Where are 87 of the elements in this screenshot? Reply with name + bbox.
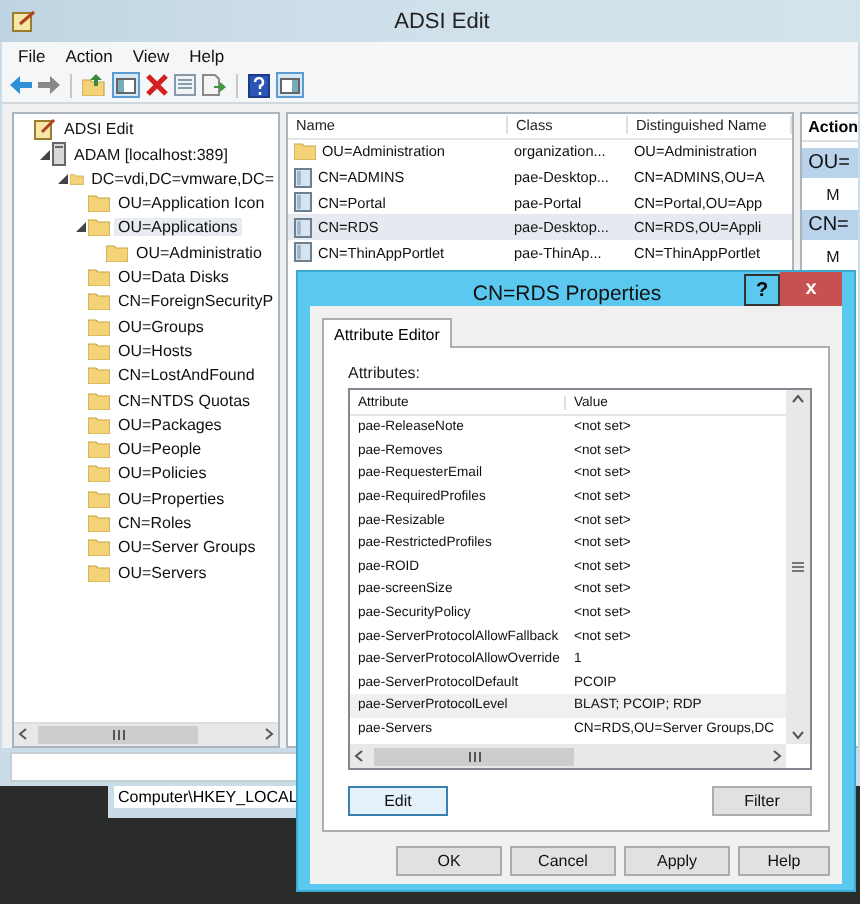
notepad-icon: [34, 118, 56, 141]
menu-item[interactable]: Help: [189, 46, 225, 67]
window-title: ADSI Edit: [392, 9, 492, 33]
grip-icon: [111, 729, 125, 740]
dialog-title: CN=RDS Properties: [470, 280, 664, 306]
expanded-arrow-icon[interactable]: [39, 149, 49, 160]
menu-item[interactable]: View: [132, 46, 170, 67]
help-icon[interactable]: [248, 73, 270, 98]
folder-icon: [106, 243, 128, 262]
folder-icon: [88, 514, 110, 533]
tree-item[interactable]: OU=Groups: [114, 317, 208, 336]
server-icon: [52, 142, 66, 167]
app-icon: [12, 10, 36, 32]
actions-title: Action: [808, 117, 858, 136]
console-tree-icon[interactable]: [112, 72, 140, 99]
folder-up-icon[interactable]: [82, 74, 106, 97]
help-button[interactable]: ?: [744, 274, 780, 306]
scroll-left-icon[interactable]: [18, 728, 30, 741]
close-button[interactable]: x: [780, 272, 842, 306]
folder-icon: [88, 317, 110, 336]
export-icon[interactable]: [202, 74, 226, 97]
folder-icon: [294, 142, 316, 161]
address-text: Computer\HKEY_LOCAL: [114, 786, 296, 808]
action-section-header[interactable]: OU=: [802, 147, 858, 178]
action-section-header[interactable]: CN=: [802, 209, 858, 240]
tree-item[interactable]: OU=Servers: [114, 563, 211, 582]
folder-icon: [88, 292, 110, 311]
tree-item[interactable]: CN=LostAndFound: [114, 366, 259, 385]
folder-icon: [88, 194, 110, 213]
menu-item[interactable]: Action: [65, 46, 113, 67]
edit-button[interactable]: Edit: [348, 786, 448, 816]
tree-item[interactable]: ADAM [localhost:389]: [70, 145, 232, 164]
tree-item[interactable]: DC=vdi,DC=vmware,DC=: [87, 169, 278, 188]
tree-item[interactable]: OU=Hosts: [114, 341, 197, 360]
folder-icon: [88, 218, 110, 237]
tree-item[interactable]: OU=Administratio: [132, 243, 266, 262]
tree-item[interactable]: CN=Roles: [114, 514, 196, 533]
scroll-right-icon[interactable]: [262, 728, 274, 741]
dialog-button[interactable]: Cancel: [510, 846, 616, 876]
tree-item[interactable]: OU=Packages: [114, 415, 226, 434]
expanded-arrow-icon[interactable]: [75, 222, 85, 233]
menu-item[interactable]: File: [18, 46, 46, 67]
folder-icon: [70, 169, 84, 188]
tree-item[interactable]: OU=Policies: [114, 464, 211, 483]
back-arrow-icon[interactable]: [10, 76, 32, 95]
folder-icon: [88, 440, 110, 459]
folder-icon: [88, 366, 110, 385]
filter-button[interactable]: Filter: [712, 786, 812, 816]
tree-item[interactable]: OU=Server Groups: [114, 538, 260, 557]
scroll-down-icon[interactable]: [792, 728, 804, 740]
command-link[interactable]: M: [802, 177, 858, 204]
tree-item[interactable]: OU=Data Disks: [114, 268, 233, 287]
grip-icon: [467, 751, 481, 761]
tree-item[interactable]: OU=Application Icon: [114, 194, 269, 213]
folder-icon: [88, 489, 110, 508]
grip-icon: [792, 562, 804, 572]
command-link[interactable]: M: [802, 239, 858, 266]
tree-item[interactable]: CN=NTDS Quotas: [114, 391, 255, 410]
scroll-left-icon[interactable]: [354, 750, 366, 762]
folder-icon: [88, 464, 110, 483]
attributes-label: Attributes:: [348, 364, 423, 382]
folder-icon: [88, 538, 110, 557]
folder-icon: [88, 341, 110, 360]
tree-item[interactable]: OU=Applications: [114, 218, 242, 237]
action-pane-icon[interactable]: [276, 72, 304, 99]
tab[interactable]: Attribute Editor: [322, 318, 452, 348]
folder-icon: [88, 563, 110, 582]
dialog-button[interactable]: OK: [396, 846, 502, 876]
scroll-right-icon[interactable]: [770, 750, 782, 762]
dialog-button[interactable]: Apply: [624, 846, 730, 876]
delete-icon[interactable]: [146, 74, 168, 97]
object-icon: [294, 192, 312, 213]
tree-item[interactable]: OU=People: [114, 440, 206, 459]
expanded-arrow-icon[interactable]: [57, 173, 67, 184]
tree-item[interactable]: CN=ForeignSecurityP: [114, 292, 278, 311]
scroll-up-icon[interactable]: [792, 394, 804, 406]
forward-arrow-icon[interactable]: [38, 76, 60, 95]
folder-icon: [88, 415, 110, 434]
properties-icon[interactable]: [174, 74, 196, 97]
dialog-button[interactable]: Help: [738, 846, 830, 876]
object-icon: [294, 217, 312, 238]
folder-icon: [88, 268, 110, 287]
folder-icon: [88, 391, 110, 410]
object-icon: [294, 167, 312, 188]
tree-item[interactable]: ADSI Edit: [60, 120, 138, 139]
object-icon: [294, 242, 312, 263]
tree-item[interactable]: OU=Properties: [114, 489, 229, 508]
